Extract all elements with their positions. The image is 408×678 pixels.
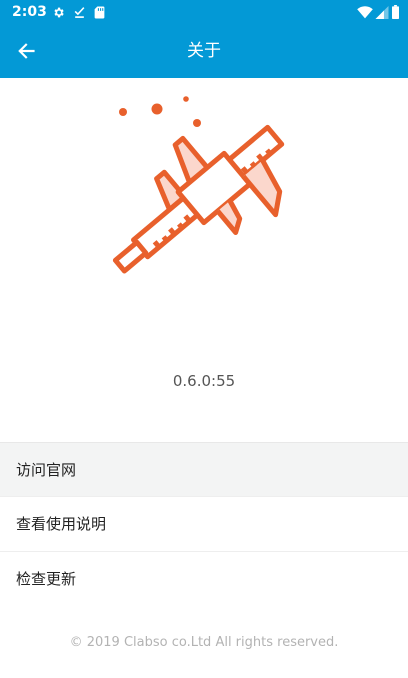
wifi-icon [357,5,373,18]
version-text: 0.6.0:55 [172,372,236,390]
copyright-text: © 2019 Clabso co.Ltd All rights reserved… [69,635,339,650]
app-bar: 关于 [0,24,408,78]
visit-website-item[interactable]: 访问官网 [0,442,408,497]
status-time: 2:03 [12,4,47,20]
check-update-item[interactable]: 检查更新 [0,552,408,607]
download-done-icon [74,6,85,18]
gear-icon [54,7,64,17]
signal-icon [375,5,389,19]
page-title: 关于 [187,41,221,61]
battery-icon [392,5,399,19]
about-menu: 访问官网 查看使用说明 检查更新 [0,442,408,607]
status-system-icons [357,4,400,20]
view-instructions-item[interactable]: 查看使用说明 [0,497,408,552]
caliper-icon [112,96,285,274]
status-bar: 2:03 [0,0,408,24]
app-logo [104,88,308,284]
sd-card-icon [94,6,105,18]
status-notification-icons [52,4,105,20]
about-screen: 2:03 关于 0.6.0:55 访问官网 查看使用说明 检查更新 © 2019… [0,0,408,678]
